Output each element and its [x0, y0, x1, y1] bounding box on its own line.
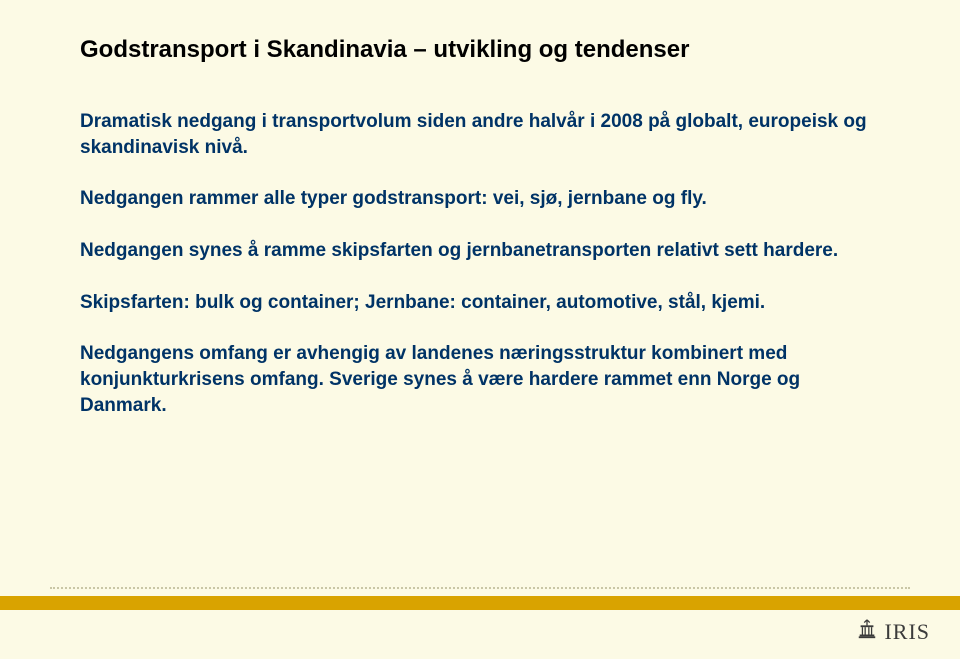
logo-icon — [856, 618, 878, 645]
paragraph: Nedgangen synes å ramme skipsfarten og j… — [80, 238, 880, 264]
paragraph: Skipsfarten: bulk og container; Jernbane… — [80, 290, 880, 316]
slide-title: Godstransport i Skandinavia – utvikling … — [80, 34, 880, 65]
paragraph: Nedgangens omfang er avhengig av landene… — [80, 341, 880, 418]
slide-content: Godstransport i Skandinavia – utvikling … — [0, 0, 960, 659]
accent-bar — [0, 596, 960, 610]
footer: IRIS — [856, 618, 930, 645]
slide: Godstransport i Skandinavia – utvikling … — [0, 0, 960, 659]
paragraph: Nedgangen rammer alle typer godstranspor… — [80, 186, 880, 212]
paragraph: Dramatisk nedgang i transportvolum siden… — [80, 109, 880, 160]
logo-text: IRIS — [884, 619, 930, 645]
divider-dotted — [50, 587, 910, 589]
